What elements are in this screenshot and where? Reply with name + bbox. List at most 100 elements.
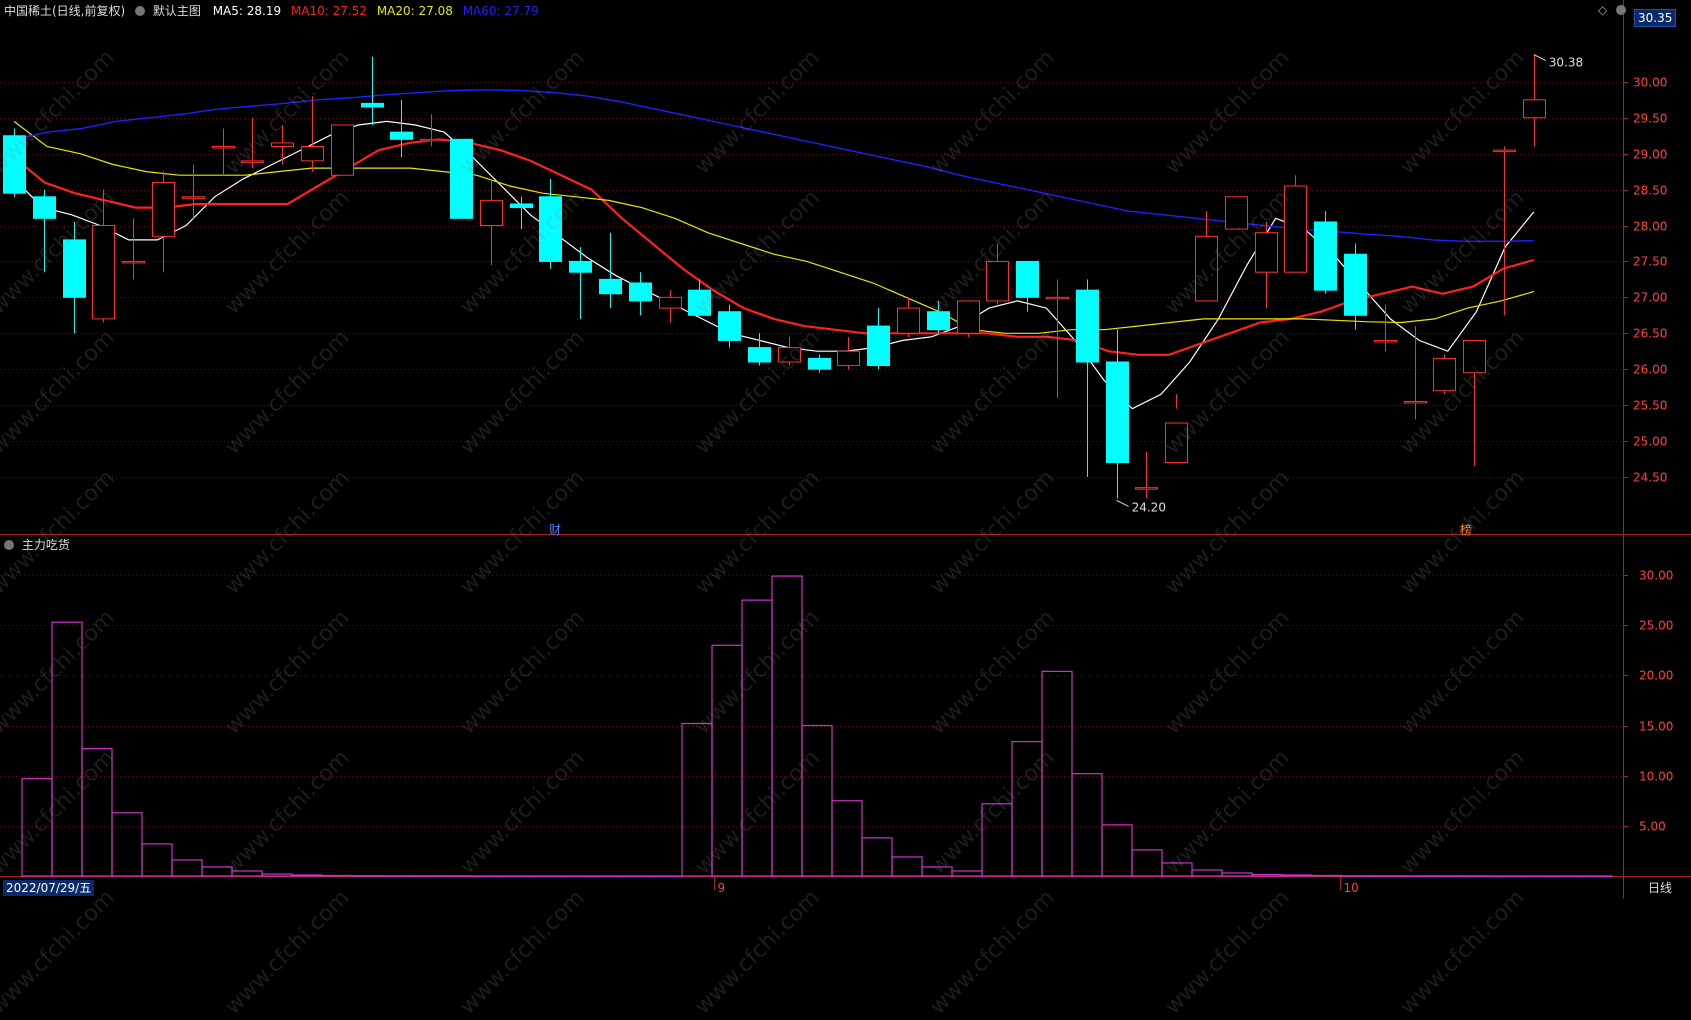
price-tick-label: 24.50 [1633,471,1667,485]
candle-down [569,260,592,273]
indicator-bar [1161,862,1193,877]
indicator-bar [1581,875,1613,878]
indicator-bar [951,870,983,877]
indicator-label[interactable]: 主力吃货 [22,538,70,552]
indicator-bar [891,856,923,877]
indicator-bar [291,874,323,877]
chart-header: 中国稀土(日线,前复权) 默认主图 MA5: 28.19 MA10: 27.52… [4,3,539,19]
bang-marker[interactable]: 榜 [1460,522,1472,538]
indicator-bar [171,859,203,877]
candle-up [241,160,264,163]
settings-circle-icon[interactable] [135,6,146,16]
candle-up [957,300,980,334]
price-tick-label: 26.00 [1633,363,1667,377]
candle-down [390,131,413,140]
indicator-bar [1311,874,1343,877]
indicator-bar [111,812,143,877]
indicator-bar [921,866,953,877]
candle-up [897,307,920,334]
indicator-bar [801,724,833,877]
sub-tick-label: 30.00 [1639,569,1673,583]
watermark-text: www.cfchi.com [690,885,825,1020]
price-tick-label: 27.50 [1633,255,1667,269]
indicator-bar [1401,875,1433,877]
price-tick-label: 28.50 [1633,184,1667,198]
candle-up [331,124,354,176]
sub-settings-circle-icon[interactable] [4,540,14,550]
candle-down [450,138,473,219]
candle-down [1016,260,1039,298]
candle-down [3,135,26,194]
price-tick-label: 27.00 [1633,291,1667,305]
toggle-circle-icon[interactable] [1616,3,1626,19]
start-date-label: 2022/07/29/五 [3,880,95,896]
indicator-bar [1221,872,1253,877]
indicator-bar [141,843,173,877]
sub-tick-label: 15.00 [1639,720,1673,734]
candle-up [212,146,235,149]
candle-down [1314,221,1337,291]
kline-chart: 24.50 25.00 25.50 26.00 26.50 27.00 27.50 28.00… [0,0,1691,899]
candle-down [867,325,890,367]
candle-up [1225,196,1248,230]
high-arrow-icon [1533,54,1547,62]
candle-up [420,138,443,142]
diamond-icon[interactable]: ◇ [1598,2,1607,18]
indicator-bar [561,875,593,878]
candle-up [1374,339,1397,343]
watermark-text: www.cfchi.com [0,885,120,1020]
indicator-bar [1521,875,1553,878]
candle-up [271,142,294,148]
candle-up [986,260,1009,302]
indicator-bar [201,866,233,877]
watermark-text: www.cfchi.com [220,885,355,1020]
price-tick-label: 28.00 [1633,220,1667,234]
candle-down [33,196,56,219]
indicator-bar [1041,670,1073,877]
candle-up [1463,339,1486,374]
candle-down [927,311,950,331]
sub-tick-label: 20.00 [1639,669,1673,683]
indicator-bar [681,722,713,877]
period-label[interactable]: 日线 [1648,880,1672,896]
candle-up [778,347,801,363]
stock-name[interactable]: 中国稀土(日线,前复权) [4,4,125,18]
indicator-bar [651,875,683,878]
candle-down [1076,289,1099,363]
price-tick-label: 26.50 [1633,327,1667,341]
candle-down [361,102,384,108]
candle-up [92,225,115,320]
indicator-bar [351,875,383,877]
cai-marker[interactable]: 财 [549,522,561,538]
indicator-bar [831,800,863,877]
indicator-bar [1461,875,1493,877]
indicator-bar [1431,875,1463,877]
indicator-bar [231,870,263,877]
chart-stage: 24.50 25.00 25.50 26.00 26.50 27.00 27.50 28.00… [0,0,1691,1020]
watermark-text: www.cfchi.com [455,885,590,1020]
indicator-bar [1191,869,1223,877]
indicator-bar [981,803,1013,877]
indicator-bar [501,875,533,878]
candle-down [63,239,86,298]
candle-up [659,296,682,309]
candle-down [748,347,771,363]
indicator-bar [1341,875,1373,877]
indicator-bar [1551,875,1583,878]
candle-up [122,260,145,264]
indicator-bar [81,748,113,877]
ma60-label: MA60: 27.79 [462,4,539,18]
candle-down [510,203,533,209]
indicator-bar [1101,824,1133,877]
indicator-bar [1491,875,1523,878]
candle-up [1165,422,1188,464]
candle-up [1255,232,1278,273]
high-price-label: 30.38 [1549,56,1583,70]
candle-up [1046,296,1069,300]
date-tick-label: 10 [1344,881,1359,895]
indicator-bar [51,621,83,877]
low-arrow-icon [1116,500,1129,507]
main-chart-label[interactable]: 默认主图 [153,4,201,18]
candle-down [629,282,652,302]
price-tick-label: 29.50 [1633,112,1667,126]
